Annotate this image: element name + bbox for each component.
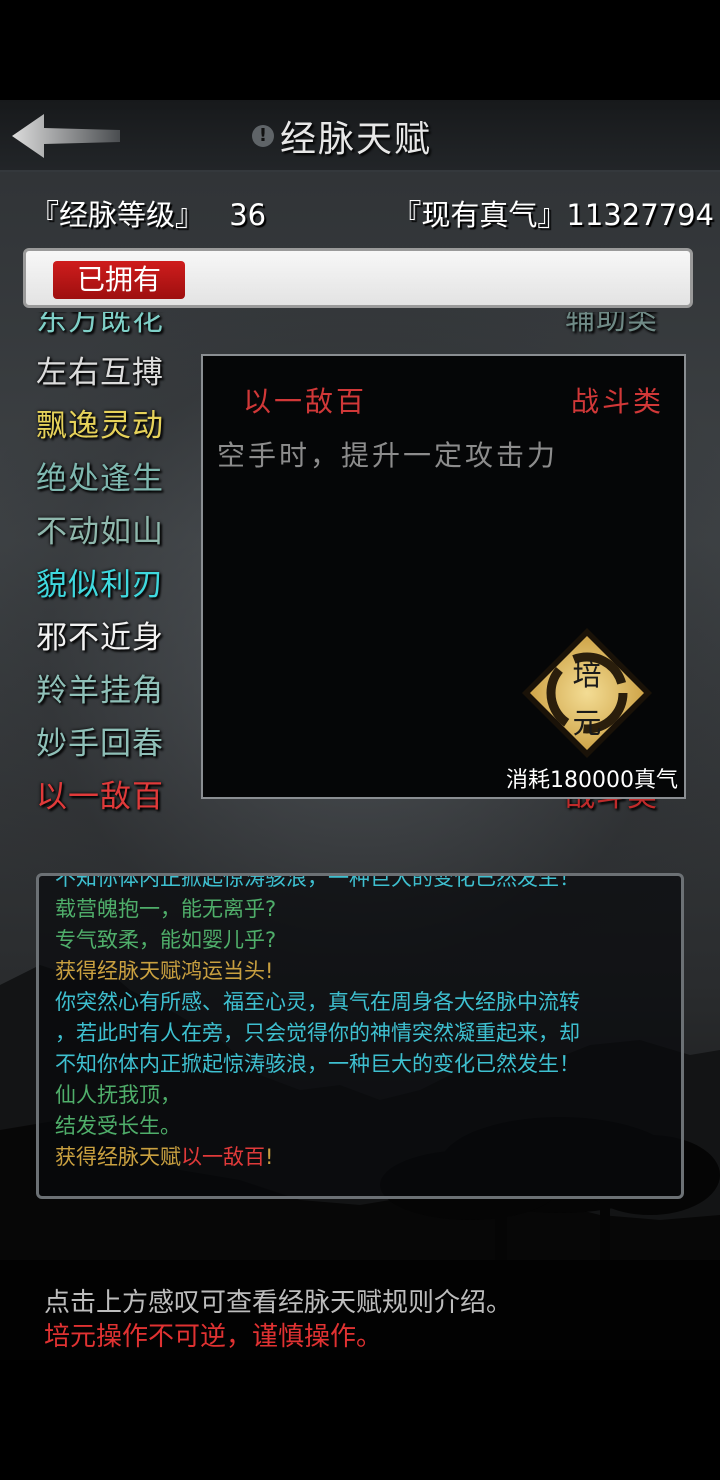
log-line: 获得经脉天赋鸿运当头! — [55, 955, 273, 985]
talent-row[interactable]: 东方既花 辅助类 — [24, 312, 694, 340]
detail-talent-description: 空手时，提升一定攻击力 — [217, 439, 559, 472]
log-line: 载营魄抱一，能无离乎? — [55, 893, 276, 923]
log-line: 不知你体内正掀起惊涛骇浪，一种巨大的变化已然发生！ — [55, 873, 580, 892]
meridian-level: 『经脉等级』 36 — [30, 192, 266, 234]
filter-bar: 已拥有 — [23, 248, 693, 308]
log-text: 专气致柔，能如婴儿乎? — [55, 928, 277, 952]
talent-name: 飘逸灵动 — [36, 408, 164, 444]
log-text: ，若此时有人在旁，只会觉得你的神情突然凝重起来，却 — [55, 1021, 580, 1045]
detail-talent-category: 战斗类 — [570, 385, 664, 418]
talent-category: 辅助类 — [565, 312, 658, 337]
log-line: 结发受长生。 — [55, 1110, 181, 1140]
log-line: 你突然心有所感、福至心灵，真气在周身各大经脉中流转 — [55, 986, 580, 1016]
current-qi-value: 11327794 — [566, 198, 714, 232]
log-text: 载营魄抱一，能无离乎? — [55, 897, 277, 921]
log-text: 获得经脉天赋鸿运当头! — [55, 959, 274, 983]
current-qi-label: 『现有真气』 — [392, 198, 567, 232]
log-line: 仙人抚我顶， — [55, 1079, 181, 1109]
talent-name: 以一敌百 — [36, 779, 164, 815]
talent-name: 不动如山 — [36, 514, 164, 550]
irreversible-warning: 培元操作不可逆，谨慎操作。 — [44, 1322, 383, 1352]
talent-name: 左右互搏 — [36, 355, 164, 391]
log-line: 专气致柔，能如婴儿乎? — [55, 924, 276, 954]
log-text: 仙人抚我顶， — [55, 1083, 181, 1107]
log-highlight: 以一敌百 — [181, 1145, 265, 1169]
event-log[interactable]: 不知你体内正掀起惊涛骇浪，一种巨大的变化已然发生！ 载营魄抱一，能无离乎? 专气致柔… — [36, 873, 684, 1199]
cultivate-label-1: 培 — [572, 658, 602, 692]
log-text: 结发受长生。 — [55, 1114, 181, 1138]
log-line: 获得经脉天赋以一敌百! — [55, 1141, 273, 1171]
log-text: 不知你体内正掀起惊涛骇浪，一种巨大的变化已然发生！ — [55, 1052, 580, 1076]
meridian-level-label: 『经脉等级』 — [30, 198, 205, 232]
talent-name: 邪不近身 — [36, 620, 164, 656]
log-line: 不知你体内正掀起惊涛骇浪，一种巨大的变化已然发生！ — [55, 1048, 580, 1078]
current-qi: 『现有真气』11327794 — [392, 192, 714, 234]
talent-name: 羚羊挂角 — [36, 673, 164, 709]
log-text: 不知你体内正掀起惊涛骇浪，一种巨大的变化已然发生！ — [55, 873, 580, 890]
detail-talent-name: 以一敌百 — [243, 385, 368, 418]
talent-name: 绝处逢生 — [36, 461, 164, 497]
log-line: ，若此时有人在旁，只会觉得你的神情突然凝重起来，却 — [55, 1017, 580, 1047]
title-group: ! 经脉天赋 — [252, 112, 432, 160]
tab-owned[interactable]: 已拥有 — [53, 261, 185, 299]
log-text: 你突然心有所感、福至心灵，真气在周身各大经脉中流转 — [55, 990, 580, 1014]
back-arrow-icon[interactable] — [8, 110, 126, 162]
meridian-level-value: 36 — [229, 198, 267, 232]
info-icon[interactable]: ! — [252, 125, 274, 147]
log-tail: ! — [265, 1145, 274, 1169]
cultivate-label-2: 元 — [572, 706, 602, 740]
rules-hint: 点击上方感叹可查看经脉天赋规则介绍。 — [44, 1288, 513, 1318]
talent-name: 妙手回春 — [36, 726, 164, 762]
cultivate-cost: 消耗180000真气 — [506, 768, 678, 793]
log-text: 获得经脉天赋 — [55, 1145, 181, 1169]
talent-name: 东方既花 — [36, 312, 164, 338]
page-title: 经脉天赋 — [280, 119, 433, 160]
talent-name: 貌似利刃 — [36, 567, 164, 603]
